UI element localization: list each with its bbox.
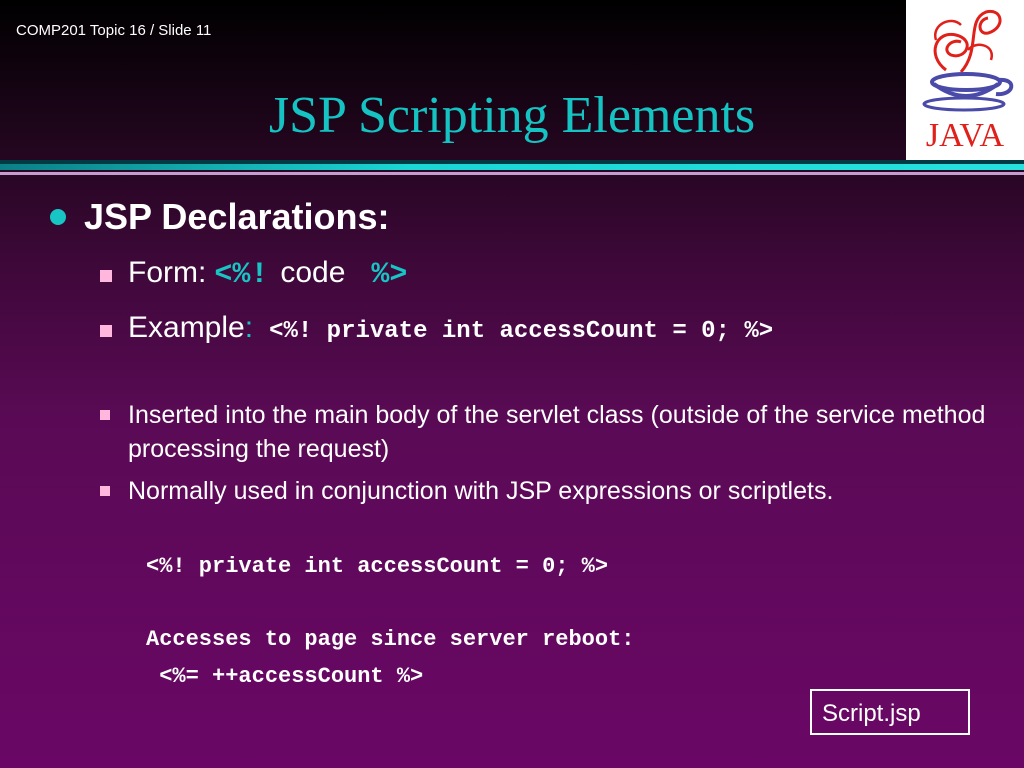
example-colon: : <box>244 311 254 344</box>
point-normally-used: Normally used in conjunction with JSP ex… <box>128 477 834 505</box>
code-line-accesses: Accesses to page since server reboot: <box>146 627 635 652</box>
section-heading: JSP Declarations: <box>84 196 390 237</box>
java-logo-text: JAVA <box>926 117 1005 154</box>
bullet-normally-used: Normally used in conjunction with JSP ex… <box>100 474 1000 508</box>
point-inserted: Inserted into the main body of the servl… <box>128 401 986 463</box>
bullet-inserted: Inserted into the main body of the servl… <box>100 398 1000 466</box>
form-open-tag: <%! <box>214 258 269 292</box>
java-coffee-cup-icon: JAVA <box>922 9 1014 154</box>
example-code: <%! private int accessCount = 0; %> <box>269 318 774 345</box>
title-divider-pink <box>0 172 1024 175</box>
form-code-word: code <box>280 256 346 289</box>
slide-label: COMP201 Topic 16 / Slide 11 <box>16 22 212 39</box>
slide-title: JSP Scripting Elements <box>268 87 756 144</box>
form-label: Form: <box>128 256 207 289</box>
form-close-tag: %> <box>371 258 408 292</box>
bullet-square-icon <box>100 325 112 337</box>
bullet-jsp-declarations: JSP Declarations: <box>50 196 389 238</box>
bullet-square-icon <box>100 270 112 282</box>
title-divider-teal <box>0 164 1024 170</box>
file-link-script-jsp[interactable]: Script.jsp <box>810 689 970 735</box>
bullet-square-icon <box>100 486 110 496</box>
bullet-square-icon <box>100 410 110 420</box>
bullet-dot-icon <box>50 209 66 225</box>
code-line-declaration: <%! private int accessCount = 0; %> <box>146 554 609 579</box>
example-label: Example <box>128 311 245 344</box>
java-logo: JAVA <box>906 0 1024 162</box>
bullet-example: Example : <%! private int accessCount = … <box>100 311 773 345</box>
bullet-form: Form: <%! code %> <box>100 256 407 292</box>
code-line-expression: <%= ++accessCount %> <box>146 664 424 689</box>
